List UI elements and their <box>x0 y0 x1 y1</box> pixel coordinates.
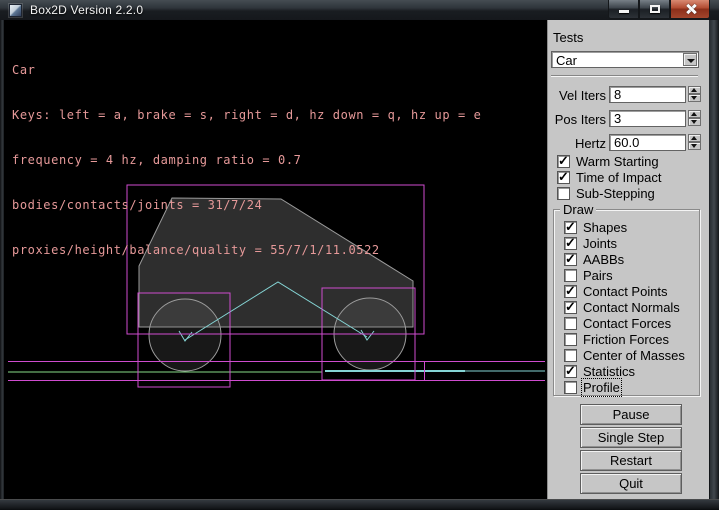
spin-down-button[interactable] <box>688 94 701 102</box>
hertz-label: Hertz <box>548 136 606 151</box>
keys-help-line: Keys: left = a, brake = s, right = d, hz… <box>12 108 481 123</box>
checkbox-box[interactable]: ✓ <box>564 365 577 378</box>
single-step-button[interactable]: Single Step <box>580 427 682 448</box>
checkmark-icon: ✓ <box>558 153 569 169</box>
checkbox-box[interactable]: ✓ <box>557 171 570 184</box>
checkbox-label: AABBs <box>583 252 624 267</box>
pos-iters-row: Pos Iters <box>548 110 710 127</box>
spin-up-button[interactable] <box>688 134 701 142</box>
checkbox-label: Friction Forces <box>583 332 669 347</box>
window-controls <box>608 0 710 19</box>
chevron-down-icon <box>687 59 695 63</box>
vel-iters-spinner <box>688 86 701 103</box>
checkbox-box[interactable] <box>564 317 577 330</box>
control-panel: Tests Car Vel Iters Pos Iters <box>547 20 709 499</box>
title-bar[interactable]: Box2D Version 2.2.0 <box>0 0 719 20</box>
window-border-right <box>710 20 719 499</box>
checkbox-label: Time of Impact <box>576 170 661 185</box>
tests-label: Tests <box>553 30 583 45</box>
maximize-icon <box>650 5 660 13</box>
maximize-button[interactable] <box>639 0 670 19</box>
checkmark-icon: ✓ <box>565 219 576 235</box>
checkbox-label: Profile <box>583 380 620 395</box>
minimize-icon <box>619 10 629 13</box>
checkbox-label: Contact Forces <box>583 316 671 331</box>
window-border-left <box>0 20 4 499</box>
checkbox-label: Statistics <box>583 364 635 379</box>
checkbox-label: Center of Masses <box>583 348 685 363</box>
tests-dropdown-value: Car <box>556 53 577 68</box>
checkbox-box[interactable] <box>564 269 577 282</box>
arrow-down-icon <box>691 96 697 100</box>
checkbox-box[interactable] <box>564 381 577 394</box>
hertz-spinner <box>688 134 701 151</box>
vel-iters-input[interactable] <box>609 86 686 103</box>
checkmark-icon: ✓ <box>565 283 576 299</box>
tests-dropdown[interactable]: Car <box>551 51 699 68</box>
checkbox-label: Sub-Stepping <box>576 186 655 201</box>
pos-iters-input[interactable] <box>609 110 686 127</box>
checkbox-label: Joints <box>583 236 617 251</box>
arrow-up-icon <box>691 136 697 140</box>
vel-iters-row: Vel Iters <box>548 86 710 103</box>
close-icon <box>685 3 697 15</box>
pause-button[interactable]: Pause <box>580 404 682 425</box>
arrow-down-icon <box>691 120 697 124</box>
stats-bodies-line: bodies/contacts/joints = 31/7/24 <box>12 198 481 213</box>
spin-up-button[interactable] <box>688 110 701 118</box>
checkmark-icon: ✓ <box>565 235 576 251</box>
checkbox-box[interactable] <box>564 333 577 346</box>
checkbox-label: Warm Starting <box>576 154 659 169</box>
draw-group-label: Draw <box>560 202 596 217</box>
checkmark-icon: ✓ <box>565 363 576 379</box>
separator <box>551 75 698 77</box>
pos-iters-spinner <box>688 110 701 127</box>
minimize-button[interactable] <box>608 0 639 19</box>
checkbox-box[interactable]: ✓ <box>564 285 577 298</box>
quit-button[interactable]: Quit <box>580 473 682 494</box>
frequency-line: frequency = 4 hz, damping ratio = 0.7 <box>12 153 481 168</box>
checkbox-box[interactable]: ✓ <box>564 253 577 266</box>
checkbox-box[interactable] <box>557 187 570 200</box>
checkmark-icon: ✓ <box>558 169 569 185</box>
restart-button[interactable]: Restart <box>580 450 682 471</box>
hertz-input[interactable] <box>609 134 686 151</box>
checkbox-box[interactable]: ✓ <box>564 301 577 314</box>
hertz-row: Hertz <box>548 134 710 151</box>
checkbox-box[interactable]: ✓ <box>564 221 577 234</box>
pos-iters-label: Pos Iters <box>548 112 606 127</box>
debug-text-block: Car Keys: left = a, brake = s, right = d… <box>12 33 481 288</box>
checkbox-label: Shapes <box>583 220 627 235</box>
dropdown-arrow-button[interactable] <box>683 53 697 66</box>
window-title: Box2D Version 2.2.0 <box>30 3 143 17</box>
app-icon <box>9 4 22 17</box>
checkbox-box[interactable]: ✓ <box>564 237 577 250</box>
close-button[interactable] <box>670 0 710 19</box>
simulation-canvas[interactable]: Car Keys: left = a, brake = s, right = d… <box>4 20 547 499</box>
checkbox-label: Contact Normals <box>583 300 680 315</box>
checkmark-icon: ✓ <box>565 251 576 267</box>
arrow-up-icon <box>691 88 697 92</box>
checkbox-label: Contact Points <box>583 284 668 299</box>
arrow-up-icon <box>691 112 697 116</box>
checkmark-icon: ✓ <box>565 299 576 315</box>
test-title: Car <box>12 63 481 78</box>
window-border-bottom <box>0 499 719 510</box>
checkbox-box[interactable] <box>564 349 577 362</box>
checkbox-box[interactable]: ✓ <box>557 155 570 168</box>
spin-down-button[interactable] <box>688 118 701 126</box>
vel-iters-label: Vel Iters <box>548 88 606 103</box>
spin-down-button[interactable] <box>688 142 701 150</box>
rear-wheel-shape <box>149 299 221 371</box>
spin-up-button[interactable] <box>688 86 701 94</box>
app-window: Box2D Version 2.2.0 <box>0 0 719 510</box>
checkbox-label: Pairs <box>583 268 613 283</box>
arrow-down-icon <box>691 144 697 148</box>
draw-group: Draw ✓ Shapes ✓ Joints ✓ AABBs Pairs ✓ C… <box>553 209 700 396</box>
stats-proxies-line: proxies/height/balance/quality = 55/7/1/… <box>12 243 481 258</box>
